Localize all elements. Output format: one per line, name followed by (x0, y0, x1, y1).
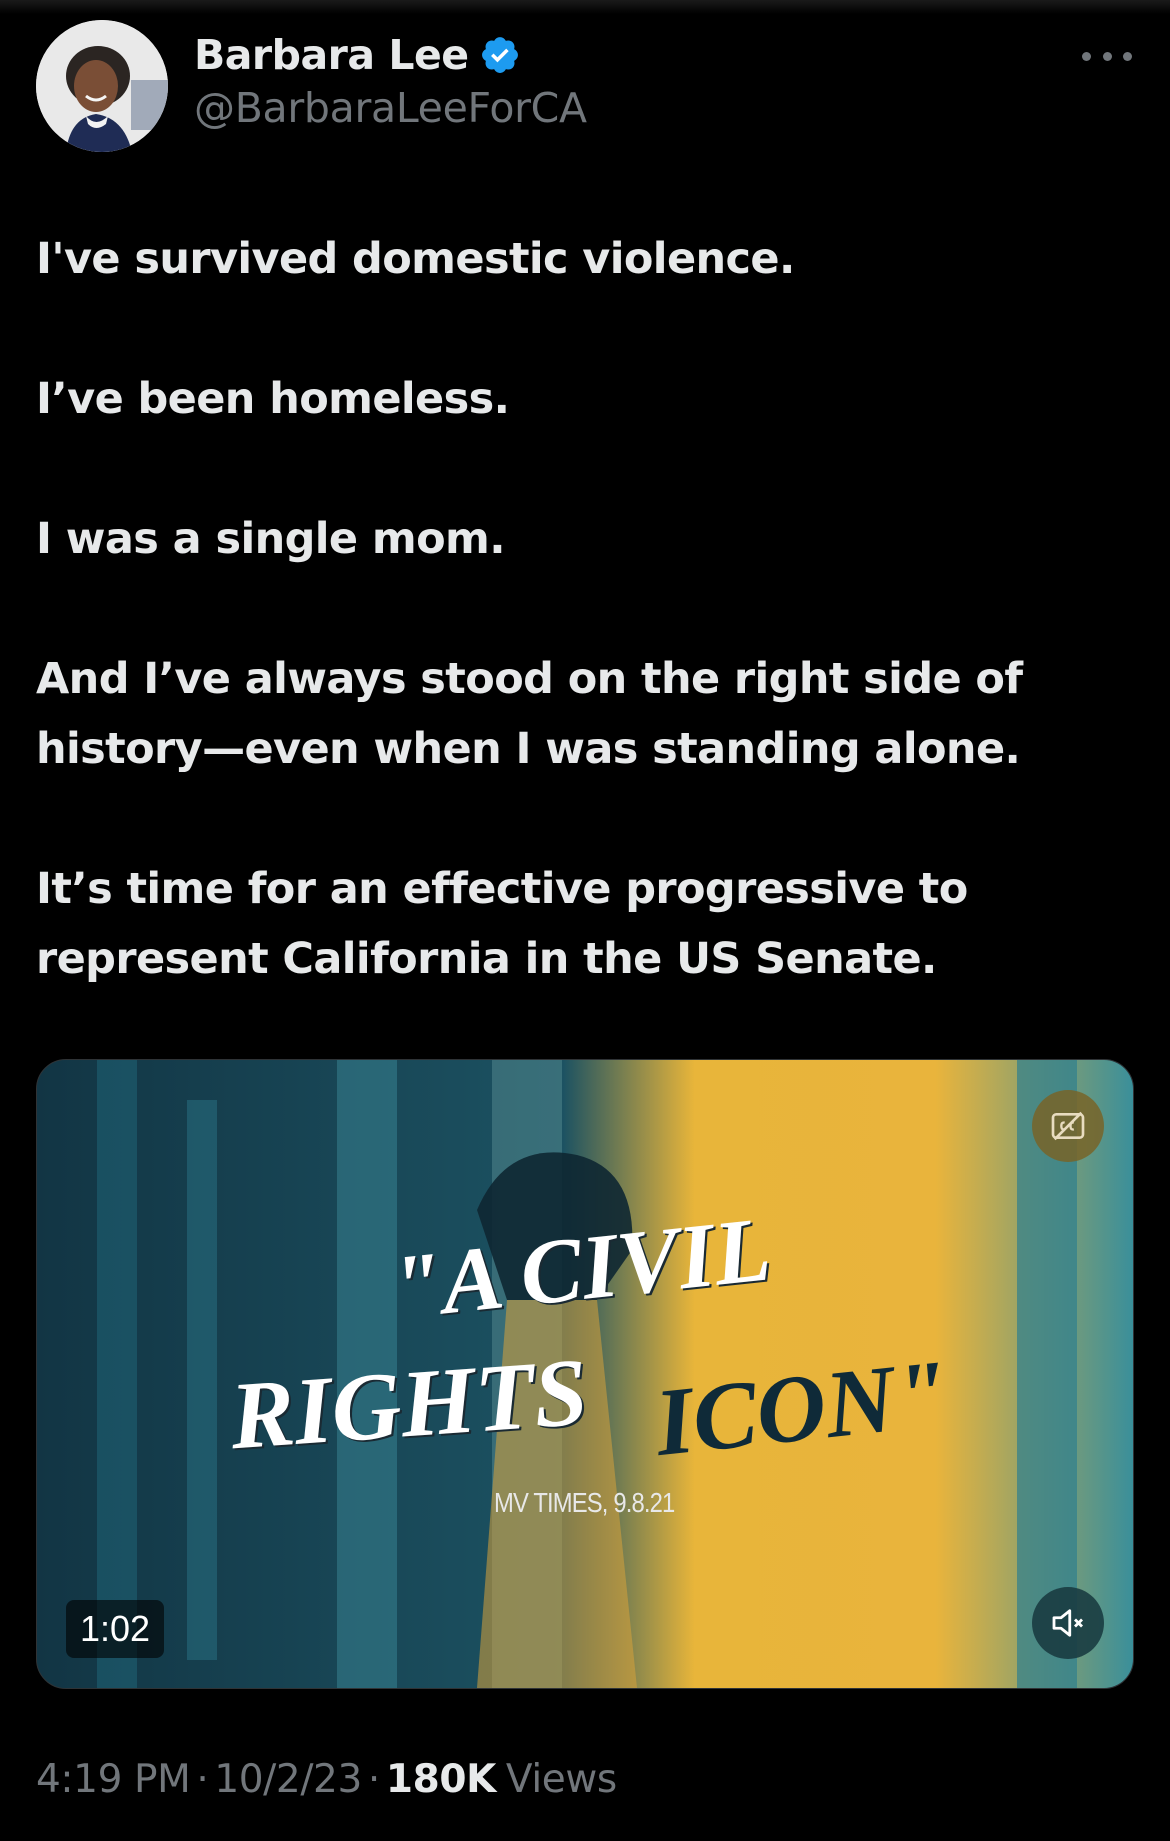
tweet-paragraph: It’s time for an effective progressive t… (36, 864, 968, 914)
meta-separator: · (196, 1757, 209, 1802)
tweet-meta: 4:19 PM · 10/2/23 · 180K Views (36, 1757, 617, 1802)
profile-photo (36, 20, 168, 152)
views-label: Views (505, 1757, 617, 1802)
tweet-paragraph: I was a single mom. (36, 514, 506, 564)
more-horizontal-icon (1082, 51, 1091, 61)
tweet-paragraph: history—even when I was standing alone. (36, 724, 1021, 774)
tweet-paragraph: I've survived domestic violence. (36, 234, 795, 284)
tweet-paragraph: I’ve been homeless. (36, 374, 510, 424)
mute-toggle-button[interactable] (1032, 1587, 1104, 1659)
closed-captions-button[interactable] (1032, 1090, 1104, 1162)
display-name[interactable]: Barbara Lee (194, 31, 469, 79)
author-name-row[interactable]: Barbara Lee (194, 28, 521, 82)
volume-muted-icon (1052, 1609, 1083, 1637)
author-handle[interactable]: @BarbaraLeeForCA (194, 84, 587, 132)
tweet-time[interactable]: 4:19 PM (36, 1757, 191, 1802)
meta-separator: · (367, 1757, 380, 1802)
views-count[interactable]: 180K (386, 1757, 496, 1802)
more-dot (1102, 51, 1112, 61)
tweet-text: I've survived domestic violence. I’ve be… (36, 224, 1136, 994)
video-caption-source: MV TIMES, 9.8.21 (494, 1487, 675, 1518)
video-duration: 1:02 (66, 1600, 165, 1658)
closed-captions-off-icon (1051, 1111, 1085, 1141)
tweet-paragraph: And I’ve always stood on the right side … (36, 654, 1023, 704)
avatar[interactable] (36, 20, 168, 152)
tweet-paragraph: represent California in the US Senate. (36, 934, 937, 984)
verified-badge-icon (479, 34, 521, 76)
more-options-button[interactable] (1082, 38, 1132, 74)
top-edge (0, 0, 1170, 14)
tweet-date[interactable]: 10/2/23 (214, 1757, 362, 1802)
more-dot (1123, 51, 1132, 61)
